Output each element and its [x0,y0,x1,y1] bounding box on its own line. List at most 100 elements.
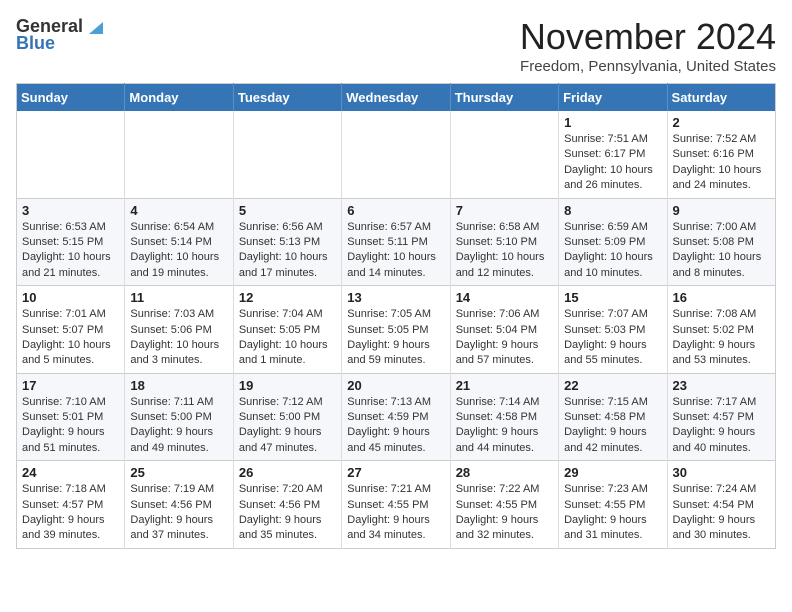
calendar-cell: 19 Sunrise: 7:12 AMSunset: 5:00 PMDayligh… [233,373,341,461]
calendar-body: 1 Sunrise: 7:51 AMSunset: 6:17 PMDaylight… [17,111,776,548]
day-info: Sunrise: 6:57 AMSunset: 5:11 PMDaylight:… [347,220,444,282]
day-info: Sunrise: 7:18 AMSunset: 4:57 PMDaylight:… [22,482,119,544]
weekday-header-friday: Friday [559,84,667,112]
calendar-cell: 25 Sunrise: 7:19 AMSunset: 4:56 PMDayligh… [125,461,233,549]
calendar-cell [450,111,558,198]
weekday-header-sunday: Sunday [17,84,125,112]
calendar-table: SundayMondayTuesdayWednesdayThursdayFrid… [16,83,776,549]
day-number: 13 [347,290,444,305]
calendar-cell: 8Sunrise: 6:59 AMSunset: 5:09 PMDaylight… [559,198,667,286]
weekday-header-monday: Monday [125,84,233,112]
calendar-cell: 29Sunrise: 7:23 AMSunset: 4:55 PMDayligh… [559,461,667,549]
day-info: Sunrise: 6:59 AMSunset: 5:09 PMDaylight:… [564,220,661,282]
day-info: Sunrise: 7:01 AMSunset: 5:07 PMDaylight:… [22,307,119,369]
day-number: 17 [22,378,119,393]
calendar-cell [233,111,341,198]
day-number: 5 [239,203,336,218]
day-number: 24 [22,465,119,480]
day-info: Sunrise: 7:14 AMSunset: 4:58 PMDaylight:… [456,395,553,457]
calendar-cell: 24 Sunrise: 7:18 AMSunset: 4:57 PMDayligh… [17,461,125,549]
day-number: 12 [239,290,336,305]
weekday-header-thursday: Thursday [450,84,558,112]
day-info: Sunrise: 7:08 AMSunset: 5:02 PMDaylight:… [673,307,770,369]
day-info: Sunrise: 6:54 AMSunset: 5:14 PMDaylight:… [130,220,227,282]
day-info: Sunrise: 7:20 AMSunset: 4:56 PMDaylight:… [239,482,336,544]
weekday-header-row: SundayMondayTuesdayWednesdayThursdayFrid… [17,84,776,112]
day-number: 27 [347,465,444,480]
day-info: Sunrise: 6:53 AMSunset: 5:15 PMDaylight:… [22,220,119,282]
calendar-cell: 14 Sunrise: 7:06 AMSunset: 5:04 PMDayligh… [450,286,558,374]
day-info: Sunrise: 7:13 AMSunset: 4:59 PMDaylight:… [347,395,444,457]
day-info: Sunrise: 7:05 AMSunset: 5:05 PMDaylight:… [347,307,444,369]
title-block: November 2024 Freedom, Pennsylvania, Uni… [520,16,776,75]
day-info: Sunrise: 7:22 AMSunset: 4:55 PMDaylight:… [456,482,553,544]
day-info: Sunrise: 7:12 AMSunset: 5:00 PMDaylight:… [239,395,336,457]
day-number: 19 [239,378,336,393]
day-info: Sunrise: 6:56 AMSunset: 5:13 PMDaylight:… [239,220,336,282]
day-info: Sunrise: 7:00 AMSunset: 5:08 PMDaylight:… [673,220,770,282]
day-info: Sunrise: 7:03 AMSunset: 5:06 PMDaylight:… [130,307,227,369]
page-header: General Blue November 2024 Freedom, Penn… [16,16,776,75]
day-info: Sunrise: 7:07 AMSunset: 5:03 PMDaylight:… [564,307,661,369]
calendar-cell: 2Sunrise: 7:52 AMSunset: 6:16 PMDaylight… [667,111,775,198]
day-info: Sunrise: 7:52 AMSunset: 6:16 PMDaylight:… [673,132,770,194]
day-info: Sunrise: 7:24 AMSunset: 4:54 PMDaylight:… [673,482,770,544]
day-number: 7 [456,203,553,218]
calendar-cell: 13 Sunrise: 7:05 AMSunset: 5:05 PMDayligh… [342,286,450,374]
weekday-header-tuesday: Tuesday [233,84,341,112]
day-number: 18 [130,378,227,393]
calendar-cell [342,111,450,198]
day-number: 1 [564,115,661,130]
day-info: Sunrise: 7:23 AMSunset: 4:55 PMDaylight:… [564,482,661,544]
logo: General Blue [16,16,103,54]
calendar-cell: 16 Sunrise: 7:08 AMSunset: 5:02 PMDayligh… [667,286,775,374]
logo-blue: Blue [16,33,55,54]
calendar-week-row: 24 Sunrise: 7:18 AMSunset: 4:57 PMDayligh… [17,461,776,549]
calendar-cell: 9Sunrise: 7:00 AMSunset: 5:08 PMDaylight… [667,198,775,286]
day-number: 23 [673,378,770,393]
day-number: 30 [673,465,770,480]
calendar-header: SundayMondayTuesdayWednesdayThursdayFrid… [17,84,776,112]
day-number: 15 [564,290,661,305]
day-info: Sunrise: 7:10 AMSunset: 5:01 PMDaylight:… [22,395,119,457]
day-info: Sunrise: 7:06 AMSunset: 5:04 PMDaylight:… [456,307,553,369]
calendar-cell: 3 Sunrise: 6:53 AMSunset: 5:15 PMDaylight… [17,198,125,286]
calendar-cell: 23 Sunrise: 7:17 AMSunset: 4:57 PMDayligh… [667,373,775,461]
calendar-cell [17,111,125,198]
day-number: 3 [22,203,119,218]
calendar-cell: 11 Sunrise: 7:03 AMSunset: 5:06 PMDayligh… [125,286,233,374]
calendar-week-row: 3 Sunrise: 6:53 AMSunset: 5:15 PMDaylight… [17,198,776,286]
calendar-cell: 30 Sunrise: 7:24 AMSunset: 4:54 PMDayligh… [667,461,775,549]
calendar-cell [125,111,233,198]
calendar-cell: 20Sunrise: 7:13 AMSunset: 4:59 PMDayligh… [342,373,450,461]
calendar-cell: 18Sunrise: 7:11 AMSunset: 5:00 PMDayligh… [125,373,233,461]
calendar-cell: 21Sunrise: 7:14 AMSunset: 4:58 PMDayligh… [450,373,558,461]
day-info: Sunrise: 7:21 AMSunset: 4:55 PMDaylight:… [347,482,444,544]
calendar-cell: 22 Sunrise: 7:15 AMSunset: 4:58 PMDayligh… [559,373,667,461]
calendar-week-row: 1 Sunrise: 7:51 AMSunset: 6:17 PMDaylight… [17,111,776,198]
day-info: Sunrise: 7:51 AMSunset: 6:17 PMDaylight:… [564,132,661,194]
calendar-cell: 12Sunrise: 7:04 AMSunset: 5:05 PMDayligh… [233,286,341,374]
weekday-header-wednesday: Wednesday [342,84,450,112]
calendar-cell: 5 Sunrise: 6:56 AMSunset: 5:13 PMDaylight… [233,198,341,286]
day-number: 16 [673,290,770,305]
month-title: November 2024 [520,16,776,58]
calendar-cell: 27 Sunrise: 7:21 AMSunset: 4:55 PMDayligh… [342,461,450,549]
day-number: 14 [456,290,553,305]
calendar-cell: 17 Sunrise: 7:10 AMSunset: 5:01 PMDayligh… [17,373,125,461]
day-info: Sunrise: 7:17 AMSunset: 4:57 PMDaylight:… [673,395,770,457]
day-info: Sunrise: 6:58 AMSunset: 5:10 PMDaylight:… [456,220,553,282]
day-info: Sunrise: 7:15 AMSunset: 4:58 PMDaylight:… [564,395,661,457]
calendar-cell: 28Sunrise: 7:22 AMSunset: 4:55 PMDayligh… [450,461,558,549]
day-info: Sunrise: 7:19 AMSunset: 4:56 PMDaylight:… [130,482,227,544]
day-number: 11 [130,290,227,305]
calendar-cell: 6 Sunrise: 6:57 AMSunset: 5:11 PMDaylight… [342,198,450,286]
day-number: 25 [130,465,227,480]
calendar-week-row: 10Sunrise: 7:01 AMSunset: 5:07 PMDayligh… [17,286,776,374]
day-number: 26 [239,465,336,480]
location: Freedom, Pennsylvania, United States [520,58,776,75]
calendar-week-row: 17 Sunrise: 7:10 AMSunset: 5:01 PMDayligh… [17,373,776,461]
day-number: 6 [347,203,444,218]
weekday-header-saturday: Saturday [667,84,775,112]
day-number: 22 [564,378,661,393]
